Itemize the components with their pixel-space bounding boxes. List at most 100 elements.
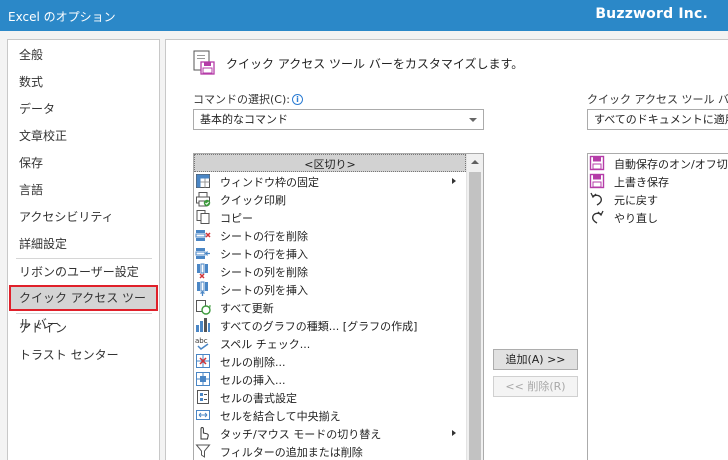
brand-label: Buzzword Inc. [595,6,708,22]
command-label: セルの挿入... [220,374,286,387]
command-label: 元に戻す [614,194,658,207]
list-item[interactable]: シートの列を削除 [194,262,466,280]
command-label: セルの書式設定 [220,392,297,405]
info-icon[interactable]: i [291,94,303,105]
copy-icon [196,210,210,224]
remove-button[interactable]: << 削除(R) [493,376,578,397]
command-label: セルを結合して中央揃え [220,410,341,423]
merge-center-icon [196,410,210,420]
title-bar: Excel のオプション Buzzword Inc. [0,0,728,31]
quick-print-icon [196,192,211,207]
command-label: シートの列を削除 [220,266,308,279]
scroll-thumb[interactable] [469,172,481,460]
nav-item-add-ins[interactable]: アドイン [8,315,159,341]
save-icon [589,173,605,189]
insert-cells-icon [196,372,210,386]
touch-mode-icon [200,426,209,440]
insert-row-icon [195,248,210,259]
nav-item-formulas[interactable]: 数式 [8,69,159,95]
nav-item-trust-center[interactable]: トラスト センター [8,342,159,368]
list-item[interactable]: フィルターの追加または削除 [194,442,466,460]
insert-column-icon [197,281,208,296]
command-label: 上書き保存 [614,176,669,189]
delete-row-icon [195,230,211,241]
list-item[interactable]: セルの削除... [194,352,466,370]
choose-commands-label-text: コマンドの選択(C): [193,93,290,106]
list-item[interactable]: すべてのグラフの種類... [グラフの作成] [194,316,466,334]
nav-item-quick-access-toolbar[interactable]: クイック アクセス ツール バー [9,285,158,331]
scroll-up-icon[interactable] [467,154,483,171]
list-item[interactable]: やり直し [588,208,728,226]
page-heading: クイック アクセス ツール バーをカスタマイズします。 [226,57,524,71]
command-label: ウィンドウ枠の固定 [220,176,319,189]
command-label: 自動保存のオン/オフ切り [614,158,728,171]
command-label: クイック印刷 [220,194,286,207]
list-item[interactable]: コピー [194,208,466,226]
command-label: シートの行を挿入 [220,248,308,261]
redo-icon [592,210,604,224]
list-item[interactable]: セルの挿入... [194,370,466,388]
customize-toolbar-dropdown[interactable]: すべてのドキュメントに適用 (既 [587,109,728,130]
refresh-all-icon [196,300,211,315]
quick-access-toolbar-icon [193,50,215,75]
command-label: フィルターの追加または削除 [220,446,363,459]
options-nav: 全般 数式 データ 文章校正 保存 言語 アクセシビリティ 詳細設定 リボンのユ… [7,39,160,460]
nav-item-accessibility[interactable]: アクセシビリティ [8,204,159,230]
command-label: すべてのグラフの種類... [グラフの作成] [220,320,418,333]
command-label: <区切り> [304,158,356,171]
freeze-panes-icon [196,174,210,188]
chart-icon [196,318,210,332]
undo-icon [590,192,602,206]
list-item[interactable]: 自動保存のオン/オフ切り [588,154,728,172]
vertical-scrollbar[interactable] [466,154,483,460]
command-label: コピー [220,212,253,225]
list-item[interactable]: セルを結合して中央揃え [194,406,466,424]
customize-toolbar-label: クイック アクセス ツール バーのユ [587,93,728,106]
svg-text:abc: abc [195,337,208,345]
list-item[interactable]: 元に戻す [588,190,728,208]
list-item[interactable]: 上書き保存 [588,172,728,190]
list-item[interactable]: abc スペル チェック... [194,334,466,352]
command-label: シートの行を削除 [220,230,308,243]
delete-cells-icon [196,354,210,368]
available-commands-list[interactable]: <区切り> ウィンドウ枠の固定 クイック印刷 コピー シートの行を削除 シートの… [193,153,484,460]
command-label: すべて更新 [220,302,274,315]
list-item[interactable]: クイック印刷 [194,190,466,208]
toolbar-commands-list[interactable]: 自動保存のオン/オフ切り 上書き保存 元に戻す やり直し [587,153,728,460]
list-item[interactable]: シートの行を削除 [194,226,466,244]
command-label: シートの列を挿入 [220,284,308,297]
submenu-arrow-icon [452,430,456,436]
submenu-arrow-icon [452,178,456,184]
format-cells-icon [197,390,209,404]
list-item[interactable]: すべて更新 [194,298,466,316]
command-label: スペル チェック... [220,338,311,351]
command-label: タッチ/マウス モードの切り替え [220,428,382,441]
nav-item-save[interactable]: 保存 [8,150,159,176]
nav-item-data[interactable]: データ [8,96,159,122]
add-button[interactable]: 追加(A) >> [493,349,578,370]
nav-item-advanced[interactable]: 詳細設定 [8,231,159,257]
nav-item-customize-ribbon[interactable]: リボンのユーザー設定 [8,259,159,285]
choose-commands-value: 基本的なコマンド [200,113,288,126]
window-title: Excel のオプション [8,10,116,24]
list-item[interactable]: シートの行を挿入 [194,244,466,262]
list-item[interactable]: タッチ/マウス モードの切り替え [194,424,466,442]
spelling-icon: abc [195,337,209,350]
list-item[interactable]: ウィンドウ枠の固定 [194,172,466,190]
choose-commands-dropdown[interactable]: 基本的なコマンド [193,109,484,130]
command-label: セルの削除... [220,356,286,369]
command-label: やり直し [614,212,658,225]
list-item[interactable]: セルの書式設定 [194,388,466,406]
customize-toolbar-value: すべてのドキュメントに適用 (既 [594,113,728,126]
choose-commands-label: コマンドの選択(C): i [193,91,303,107]
nav-item-general[interactable]: 全般 [8,42,159,68]
nav-item-proofing[interactable]: 文章校正 [8,123,159,149]
nav-divider [16,313,152,314]
list-item[interactable]: シートの列を挿入 [194,280,466,298]
autosave-icon [589,155,605,171]
chevron-down-icon [469,118,477,122]
nav-item-language[interactable]: 言語 [8,177,159,203]
delete-column-icon [197,263,208,279]
filter-icon [195,444,211,458]
list-item[interactable]: <区切り> [194,154,466,172]
